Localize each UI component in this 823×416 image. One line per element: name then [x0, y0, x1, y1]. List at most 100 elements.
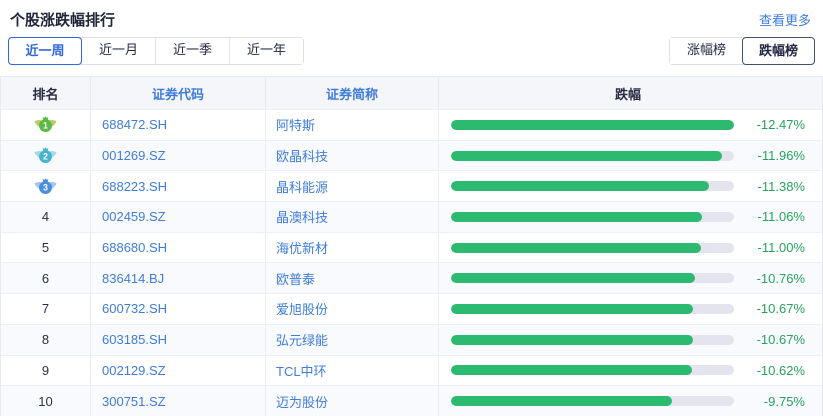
stock-code[interactable]: 688472.SH	[90, 110, 265, 140]
change-bar-track	[451, 335, 734, 345]
rank-number: 5	[42, 240, 49, 255]
rank-medal-icon: 3	[34, 177, 57, 196]
table-row[interactable]: 6 836414.BJ 欧普泰 -10.76%	[1, 262, 822, 293]
stock-code[interactable]: 002129.SZ	[90, 356, 265, 386]
change-percent: -11.96%	[745, 148, 805, 163]
stock-code[interactable]: 002459.SZ	[90, 202, 265, 232]
stock-code[interactable]: 001269.SZ	[90, 141, 265, 171]
stock-code[interactable]: 603185.SH	[90, 325, 265, 355]
stock-code[interactable]: 688680.SH	[90, 233, 265, 263]
change-cell: -11.38%	[438, 171, 822, 201]
change-cell: -10.62%	[438, 356, 822, 386]
stock-name[interactable]: 阿特斯	[265, 110, 438, 140]
svg-text:3: 3	[43, 182, 48, 192]
change-bar-fill	[451, 243, 701, 253]
stock-name[interactable]: 欧普泰	[265, 263, 438, 293]
change-percent: -11.38%	[745, 179, 805, 194]
table-header-row: 排名 证券代码 证券简称 跌幅	[1, 77, 822, 109]
change-percent: -10.62%	[745, 363, 805, 378]
toggle-losers[interactable]: 跌幅榜	[742, 37, 815, 65]
change-bar-fill	[451, 396, 672, 406]
header-code: 证券代码	[90, 77, 265, 109]
stock-code[interactable]: 300751.SZ	[90, 386, 265, 416]
change-bar-fill	[451, 335, 693, 345]
rank-cell: 5	[1, 233, 90, 263]
svg-text:2: 2	[43, 152, 48, 162]
change-bar-track	[451, 151, 734, 161]
change-cell: -10.67%	[438, 325, 822, 355]
change-bar-track	[451, 396, 734, 406]
rank-cell: 3	[1, 171, 90, 201]
stock-name[interactable]: 欧晶科技	[265, 141, 438, 171]
change-bar-track	[451, 273, 734, 283]
stock-name[interactable]: 迈为股份	[265, 386, 438, 416]
rank-cell: 6	[1, 263, 90, 293]
stock-name[interactable]: 晶澳科技	[265, 202, 438, 232]
stock-code[interactable]: 836414.BJ	[90, 263, 265, 293]
tab-last-year[interactable]: 近一年	[229, 38, 303, 64]
header-name: 证券简称	[265, 77, 438, 109]
rank-cell: 9	[1, 356, 90, 386]
stock-name[interactable]: 晶科能源	[265, 171, 438, 201]
change-bar-fill	[451, 273, 695, 283]
toggle-gainers[interactable]: 涨幅榜	[670, 38, 743, 64]
change-bar-fill	[451, 181, 709, 191]
change-percent: -9.75%	[745, 394, 805, 409]
change-cell: -11.00%	[438, 233, 822, 263]
change-bar-track	[451, 212, 734, 222]
change-cell: -11.96%	[438, 141, 822, 171]
header-change: 跌幅	[438, 77, 822, 109]
stock-code[interactable]: 688223.SH	[90, 171, 265, 201]
change-percent: -10.76%	[745, 271, 805, 286]
table-row[interactable]: 5 688680.SH 海优新材 -11.00%	[1, 232, 822, 263]
stock-code[interactable]: 600732.SH	[90, 294, 265, 324]
stock-name[interactable]: 弘元绿能	[265, 325, 438, 355]
ranking-table: 排名 证券代码 证券简称 跌幅 1 688472.SH 阿特斯 -12.47% …	[0, 76, 823, 416]
rank-cell: 7	[1, 294, 90, 324]
rank-cell: 1	[1, 110, 90, 140]
view-more-link[interactable]: 查看更多	[759, 10, 811, 29]
table-row[interactable]: 10 300751.SZ 迈为股份 -9.75%	[1, 385, 822, 416]
page-title: 个股涨跌幅排行	[10, 9, 115, 30]
period-tab-group: 近一周 近一月 近一季 近一年	[8, 37, 304, 65]
change-cell: -11.06%	[438, 202, 822, 232]
change-bar-track	[451, 120, 734, 130]
change-cell: -10.76%	[438, 263, 822, 293]
change-cell: -10.67%	[438, 294, 822, 324]
change-bar-fill	[451, 304, 693, 314]
change-bar-fill	[451, 365, 692, 375]
stock-name[interactable]: 爱旭股份	[265, 294, 438, 324]
rank-number: 6	[42, 271, 49, 286]
change-bar-fill	[451, 120, 734, 130]
change-percent: -11.06%	[745, 209, 805, 224]
change-bar-track	[451, 365, 734, 375]
rank-number: 7	[42, 301, 49, 316]
change-bar-track	[451, 304, 734, 314]
rank-number: 8	[42, 332, 49, 347]
rank-medal-icon: 2	[34, 146, 57, 165]
rank-cell: 8	[1, 325, 90, 355]
table-row[interactable]: 9 002129.SZ TCL中环 -10.62%	[1, 355, 822, 386]
tab-last-quarter[interactable]: 近一季	[155, 38, 229, 64]
change-percent: -12.47%	[745, 117, 805, 132]
tab-last-month[interactable]: 近一月	[81, 38, 155, 64]
rank-number: 10	[38, 394, 52, 409]
stock-name[interactable]: TCL中环	[265, 356, 438, 386]
rank-cell: 10	[1, 386, 90, 416]
rank-medal-icon: 1	[34, 115, 57, 134]
table-row[interactable]: 4 002459.SZ 晶澳科技 -11.06%	[1, 201, 822, 232]
svg-text:1: 1	[43, 121, 48, 131]
stock-name[interactable]: 海优新材	[265, 233, 438, 263]
table-row[interactable]: 7 600732.SH 爱旭股份 -10.67%	[1, 293, 822, 324]
table-row[interactable]: 3 688223.SH 晶科能源 -11.38%	[1, 170, 822, 201]
change-percent: -10.67%	[745, 332, 805, 347]
change-bar-fill	[451, 151, 722, 161]
change-bar-track	[451, 181, 734, 191]
tab-last-week[interactable]: 近一周	[8, 37, 82, 65]
controls-row: 近一周 近一月 近一季 近一年 涨幅榜 跌幅榜	[0, 33, 823, 76]
change-bar-fill	[451, 212, 702, 222]
table-row[interactable]: 8 603185.SH 弘元绿能 -10.67%	[1, 324, 822, 355]
change-percent: -11.00%	[745, 240, 805, 255]
table-row[interactable]: 1 688472.SH 阿特斯 -12.47%	[1, 109, 822, 140]
table-row[interactable]: 2 001269.SZ 欧晶科技 -11.96%	[1, 140, 822, 171]
